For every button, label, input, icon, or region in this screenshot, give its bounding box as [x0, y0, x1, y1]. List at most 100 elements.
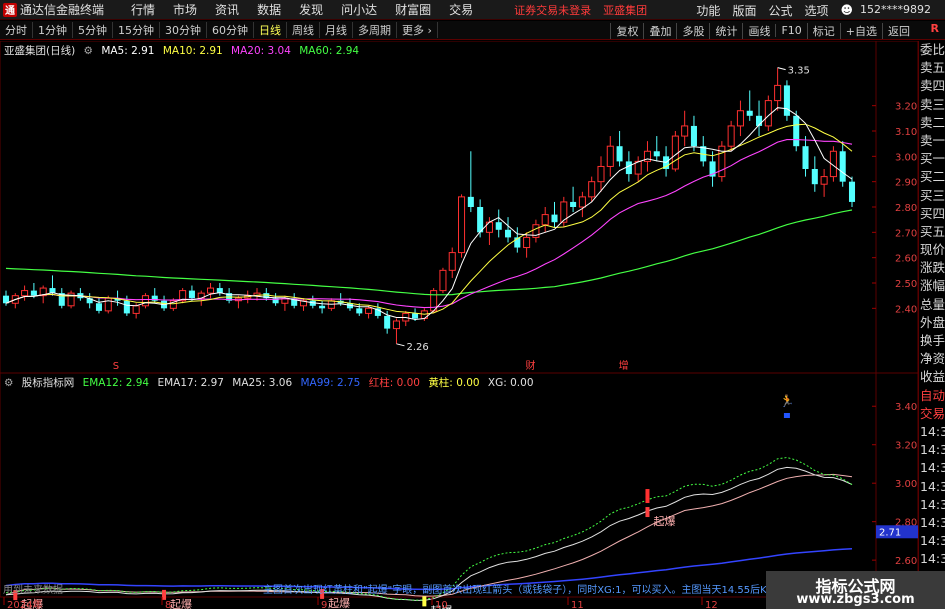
side-panel-item[interactable]: 14:33 — [919, 514, 945, 532]
chart-area[interactable]: 2.40 2.50 2.60 2.70 2.80 2.90 3.00 3.10 3.20 3.35… — [0, 41, 918, 609]
period-weekly[interactable]: 周线 — [287, 22, 320, 38]
side-panel-item[interactable]: 外盘 — [919, 314, 945, 332]
period-15min[interactable]: 15分钟 — [113, 22, 160, 38]
tool-mark[interactable]: 标记 — [806, 22, 840, 39]
side-panel-item[interactable]: 14:33 — [919, 423, 945, 441]
side-panel-item[interactable]: 买五 — [919, 223, 945, 241]
candle-body — [764, 100, 772, 127]
menu-wealth-circle[interactable]: 财富圈 — [386, 1, 440, 18]
red-arrow-bar — [645, 489, 650, 504]
candle-body — [774, 84, 782, 102]
tool-adjust[interactable]: 复权 — [610, 22, 643, 39]
candle-body — [505, 229, 512, 238]
menu-function[interactable]: 功能 — [690, 2, 726, 19]
period-intraday[interactable]: 分时 — [0, 22, 33, 38]
candle-body — [141, 295, 149, 307]
side-panel-item[interactable]: 总量 — [919, 296, 945, 314]
date-tick-label: 9 — [321, 600, 327, 609]
side-panel-item[interactable]: 涨跌 — [919, 259, 945, 277]
side-panel-item[interactable]: 买二 — [919, 168, 945, 186]
tool-statistics[interactable]: 统计 — [709, 22, 742, 39]
side-panel-item[interactable]: 买一 — [919, 150, 945, 168]
menu-discover[interactable]: 发现 — [290, 1, 332, 18]
menu-options[interactable]: 选项 — [798, 2, 834, 19]
side-panel-item[interactable]: 卖四 — [919, 77, 945, 95]
side-panel-item[interactable]: 14:33 — [919, 478, 945, 496]
period-multi[interactable]: 多周期 — [353, 22, 397, 38]
side-panel-item[interactable]: 交易 — [919, 405, 945, 423]
period-5min[interactable]: 5分钟 — [73, 22, 113, 38]
low-price-pointer — [396, 343, 405, 347]
period-daily[interactable]: 日线 — [254, 22, 287, 38]
tool-draw-line[interactable]: 画线 — [742, 22, 775, 39]
menu-market[interactable]: 市场 — [164, 1, 206, 18]
app-logo-icon: 通 — [3, 2, 17, 17]
candle-body — [477, 207, 484, 233]
future-data-note: 用到未来数据 — [3, 583, 63, 596]
period-more[interactable]: 更多 › — [397, 22, 438, 38]
side-panel-item[interactable]: 换手 — [919, 332, 945, 350]
legend-ema12: EMA12: 2.94 — [82, 377, 150, 389]
tool-f10[interactable]: F10 — [775, 24, 806, 37]
side-panel-item[interactable]: 14:33 — [919, 532, 945, 550]
candle-body — [690, 125, 697, 147]
date-tick-label: 10 — [435, 600, 448, 609]
low-price-label: 2.26 — [406, 342, 428, 353]
candle-body — [319, 305, 326, 309]
runner-icon: 🏃 — [779, 394, 794, 408]
candle-body — [625, 161, 632, 175]
side-panel-item[interactable]: 14:33 — [919, 459, 945, 477]
menu-formula[interactable]: 公式 — [762, 2, 798, 19]
candle-body — [551, 214, 558, 223]
tool-overlay[interactable]: 叠加 — [643, 22, 676, 39]
candle-body — [495, 222, 502, 230]
settings-gear-icon[interactable]: ⚙ — [84, 45, 93, 57]
stock-name-link[interactable]: 亚盛集团 — [597, 2, 653, 18]
side-panel-item[interactable]: 自动 — [919, 387, 945, 405]
side-panel-item[interactable]: 现价 — [919, 241, 945, 259]
user-icon[interactable]: ☻ — [834, 3, 859, 17]
side-panel-item[interactable]: 14:33 — [919, 496, 945, 514]
period-60min[interactable]: 60分钟 — [207, 22, 254, 38]
tool-add-watchlist[interactable]: +自选 — [839, 22, 882, 39]
side-panel-item[interactable]: 卖五 — [919, 59, 945, 77]
legend-ma10: MA10: 2.91 — [162, 45, 223, 57]
menu-news[interactable]: 资讯 — [206, 1, 248, 18]
side-panel-item[interactable]: 14:33 — [919, 550, 945, 568]
trade-login-alert[interactable]: 证券交易未登录 — [508, 2, 597, 18]
date-tick-label: 12 — [705, 600, 718, 609]
candle-body — [793, 115, 800, 147]
side-panel-item[interactable]: 买四 — [919, 205, 945, 223]
user-phone[interactable]: 152****9892 — [860, 3, 931, 16]
period-1min[interactable]: 1分钟 — [33, 22, 73, 38]
side-panel-item[interactable]: 净资 — [919, 350, 945, 368]
baoqi-label: 起爆 — [328, 596, 350, 609]
side-panel-item[interactable]: 14:33 — [919, 441, 945, 459]
menu-trade[interactable]: 交易 — [440, 1, 482, 18]
candle-body — [132, 305, 140, 314]
tool-back[interactable]: 返回 — [882, 22, 915, 39]
kline-chart-svg[interactable]: 2.40 2.50 2.60 2.70 2.80 2.90 3.00 3.10 3.20 3.35… — [0, 41, 918, 609]
sub-tick-label: 3.00 — [895, 479, 917, 490]
period-30min[interactable]: 30分钟 — [160, 22, 207, 38]
tool-multi-stock[interactable]: 多股 — [676, 22, 709, 39]
sub-chart-legend: ⚙ 股标指标网 EMA12: 2.94 EMA17: 2.97 MA25: 3.… — [4, 375, 539, 390]
price-tick-label: 2.40 — [895, 304, 917, 315]
candle-body — [448, 252, 456, 271]
side-panel-item[interactable]: 卖三 — [919, 96, 945, 114]
side-panel-item[interactable]: 买三 — [919, 187, 945, 205]
side-panel-item[interactable]: 卖一 — [919, 132, 945, 150]
indicator-gear-icon[interactable]: ⚙ — [4, 377, 13, 389]
menu-layout[interactable]: 版面 — [726, 2, 762, 19]
side-panel-item[interactable]: 涨幅 — [919, 277, 945, 295]
menu-market-quotes[interactable]: 行情 — [122, 1, 164, 18]
menu-ask-xiaoda[interactable]: 问小达 — [332, 1, 386, 18]
side-panel-item[interactable]: 收益 — [919, 368, 945, 386]
side-panel-item[interactable]: 委比 — [919, 41, 945, 59]
strategy-description: 主图首次出现红黄柱和"起爆"字眼，副图首次出现红箭头（或钱袋子），同时XG:1，… — [263, 583, 787, 596]
side-panel-item[interactable]: 卖二 — [919, 114, 945, 132]
candle-body — [811, 169, 818, 185]
menu-data[interactable]: 数据 — [248, 1, 290, 18]
sub-ema12-line — [5, 456, 853, 601]
period-monthly[interactable]: 月线 — [320, 22, 353, 38]
